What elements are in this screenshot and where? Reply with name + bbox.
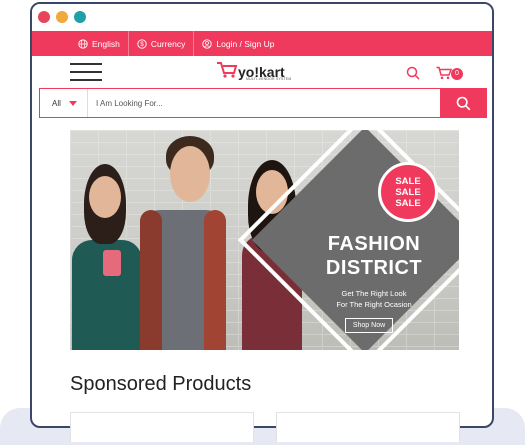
site-logo[interactable]: yo!kart MULTI-VENDOR SYSTEM [216,61,291,81]
chevron-down-icon [68,100,77,106]
menu-icon[interactable] [70,63,102,81]
currency-label: Currency [150,38,186,49]
search-bar: All [39,88,487,118]
cart-icon [436,66,453,80]
search-input[interactable] [88,89,440,117]
sale-badge: SALE SALE SALE [378,162,438,222]
header-search-icon[interactable] [406,66,420,80]
svg-text:$: $ [140,42,144,48]
close-window-dot[interactable] [38,11,50,23]
language-label: English [92,38,120,49]
login-link[interactable]: Login / Sign Up [194,31,282,56]
currency-selector[interactable]: $ Currency [129,31,195,56]
category-select[interactable]: All [40,89,88,117]
maximize-window-dot[interactable] [74,11,86,23]
sale-line-3: SALE [395,197,421,209]
hero-banner[interactable]: SALE SALE SALE FASHION DISTRICT Get The … [70,130,459,350]
cart-button[interactable]: 0 [436,66,463,85]
shop-now-button[interactable]: Shop Now [345,318,393,333]
login-label: Login / Sign Up [216,38,275,49]
banner-subtitle-line-1: Get The Right Look [341,289,407,298]
product-card[interactable] [70,412,254,442]
user-icon [202,38,213,49]
banner-subtitle-line-2: For The Right Ocasion [336,300,412,309]
cart-logo-icon [217,62,238,78]
sale-line-1: SALE [395,175,421,187]
banner-title-line-1: FASHION [327,233,421,255]
section-title: Sponsored Products [70,373,252,395]
banner-title-line-2: DISTRICT [325,257,423,279]
language-selector[interactable]: English [70,31,129,56]
logo-subtitle: MULTI-VENDOR SYSTEM [246,77,292,81]
banner-subtitle: Get The Right Look For The Right Ocasion [318,288,430,310]
category-value: All [52,98,61,108]
minimize-window-dot[interactable] [56,11,68,23]
window-titlebar [32,4,492,31]
globe-icon [78,38,88,49]
sale-line-2: SALE [395,186,421,198]
currency-icon: $ [137,38,147,49]
banner-title: FASHION DISTRICT [318,232,430,280]
search-icon [456,96,470,110]
cart-count-badge: 0 [451,68,463,80]
top-bar: English $ Currency Login / Sign Up [32,31,492,56]
search-button[interactable] [440,89,486,117]
site-header: yo!kart MULTI-VENDOR SYSTEM 0 [32,56,492,89]
product-card[interactable] [276,412,460,442]
